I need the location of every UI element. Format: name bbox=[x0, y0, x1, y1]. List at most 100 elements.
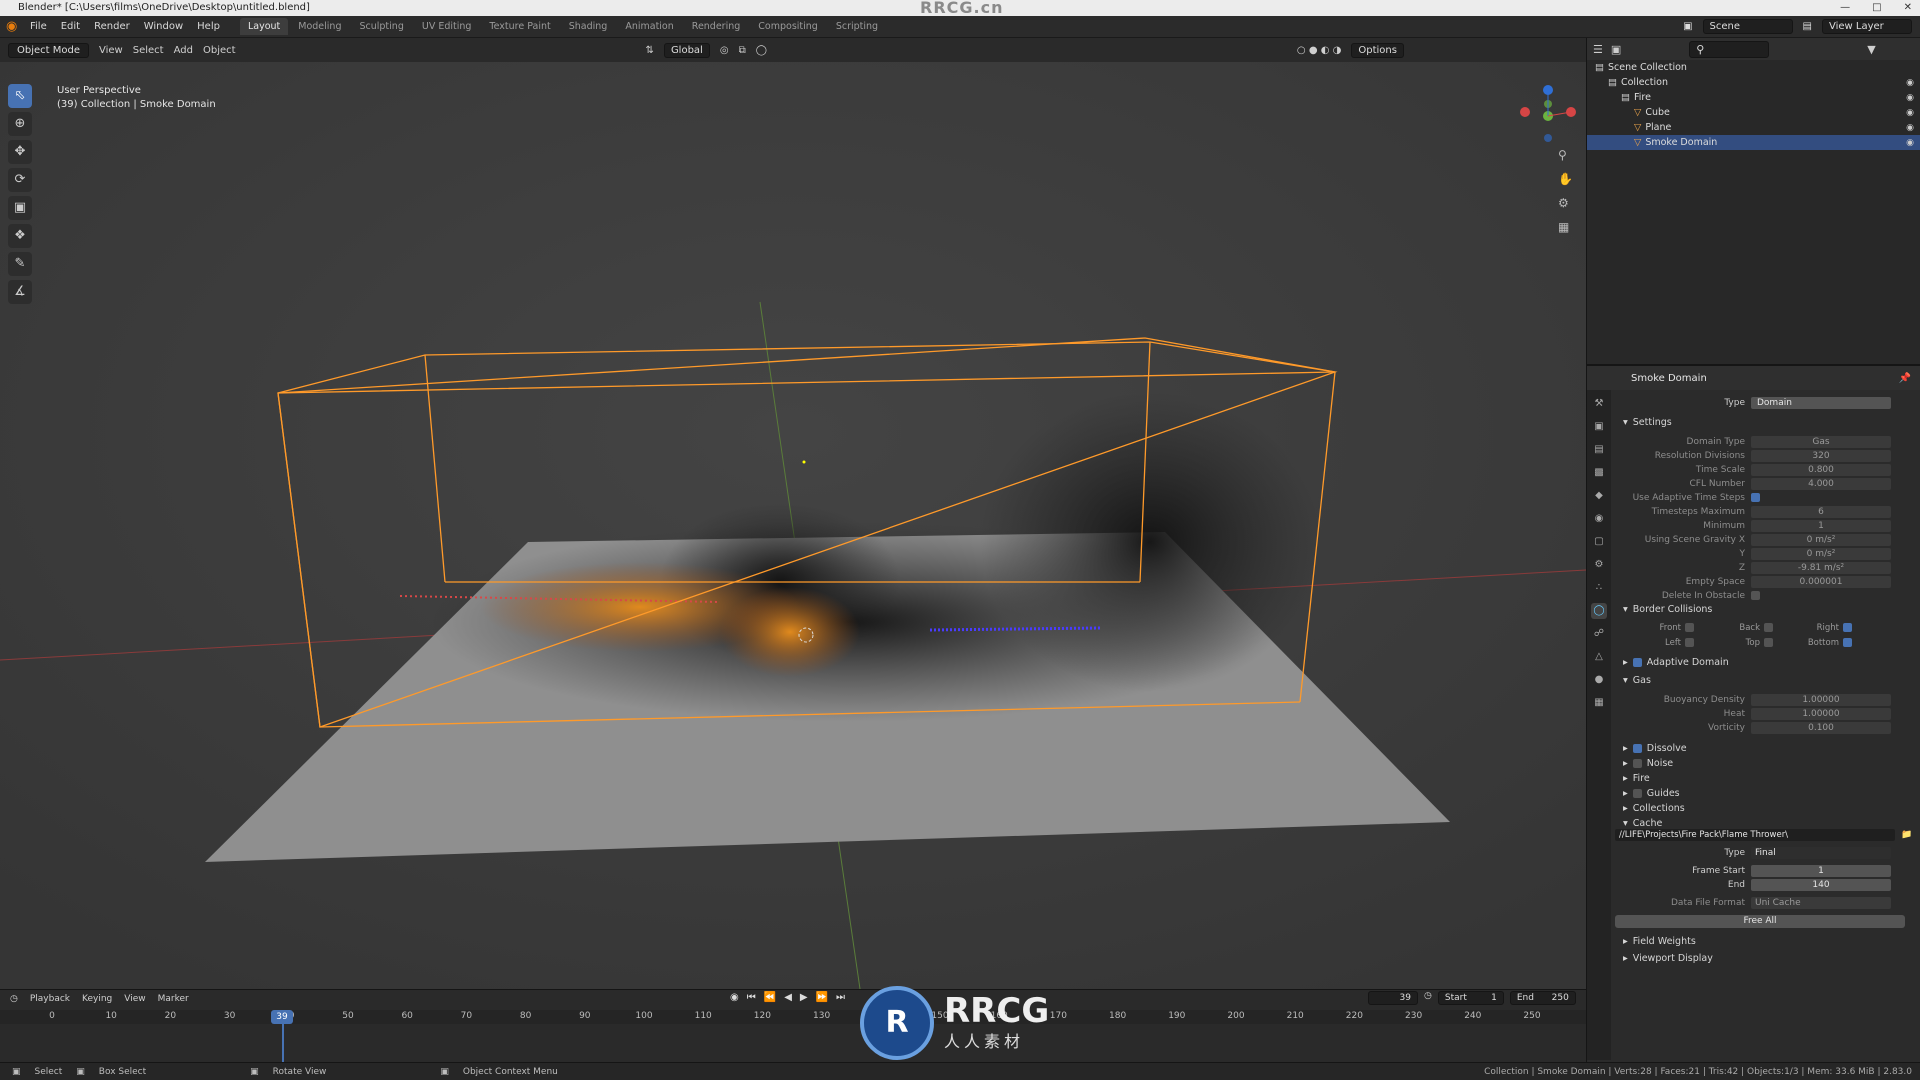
move-tool-icon[interactable]: ✥ bbox=[8, 140, 32, 164]
border-collisions-section[interactable]: ▾ Border Collisions bbox=[1623, 604, 1712, 615]
menu-file[interactable]: File bbox=[30, 21, 47, 32]
tab-compositing[interactable]: Compositing bbox=[750, 18, 826, 35]
setting-value-field[interactable]: Gas bbox=[1751, 435, 1891, 448]
gas-value-field[interactable]: 1.00000 bbox=[1751, 707, 1891, 720]
folder-icon[interactable]: 📁 bbox=[1901, 830, 1912, 840]
view-layer-field[interactable]: View Layer bbox=[1822, 19, 1912, 34]
frame-ruler[interactable]: 0102030405060708090100110120130140150160… bbox=[0, 1010, 1586, 1024]
tab-texture-paint[interactable]: Texture Paint bbox=[481, 18, 558, 35]
setting-checkbox[interactable] bbox=[1751, 493, 1760, 502]
gas-section[interactable]: ▾ Gas bbox=[1623, 675, 1651, 686]
frame-end-field[interactable]: 140 bbox=[1751, 878, 1891, 891]
rotate-tool-icon[interactable]: ⟳ bbox=[8, 168, 32, 192]
particles-tab-icon[interactable]: ∴ bbox=[1591, 580, 1607, 596]
add-menu[interactable]: Add bbox=[174, 45, 193, 56]
menu-edit[interactable]: Edit bbox=[61, 21, 80, 32]
tab-scripting[interactable]: Scripting bbox=[828, 18, 886, 35]
menu-window[interactable]: Window bbox=[144, 21, 183, 32]
visibility-eye-icon[interactable]: ◉ bbox=[1906, 108, 1914, 118]
guides-section[interactable]: ▸ Guides bbox=[1623, 788, 1680, 799]
object-menu[interactable]: Object bbox=[203, 45, 236, 56]
proportional-edit-icon[interactable]: ◯ bbox=[756, 45, 767, 56]
cursor-tool-icon[interactable]: ⊕ bbox=[8, 112, 32, 136]
visibility-eye-icon[interactable]: ◉ bbox=[1906, 93, 1914, 103]
outliner-editor-icon[interactable]: ☰ bbox=[1593, 43, 1603, 56]
blender-logo-icon[interactable]: ◉ bbox=[6, 19, 22, 35]
material-tab-icon[interactable]: ● bbox=[1591, 672, 1607, 688]
transform-tool-icon[interactable]: ❖ bbox=[8, 224, 32, 248]
measure-tool-icon[interactable]: ∡ bbox=[8, 280, 32, 304]
viewport-display-section[interactable]: ▸ Viewport Display bbox=[1623, 953, 1713, 964]
outliner-item-smoke-domain[interactable]: ▽ Smoke Domain ◉ bbox=[1587, 135, 1920, 150]
minimize-icon[interactable]: — bbox=[1840, 0, 1850, 16]
zoom-icon[interactable]: ⚲ bbox=[1558, 148, 1573, 162]
jump-end-icon[interactable]: ⏭ bbox=[836, 992, 845, 1003]
setting-value-field[interactable]: 1 bbox=[1751, 519, 1891, 532]
adaptive-domain-checkbox[interactable] bbox=[1632, 658, 1642, 667]
object-tab-icon[interactable]: ▢ bbox=[1591, 534, 1607, 550]
start-frame-field[interactable]: Start 1 bbox=[1437, 991, 1504, 1005]
back-checkbox[interactable] bbox=[1764, 623, 1773, 632]
setting-value-field[interactable]: 0 m/s² bbox=[1751, 547, 1891, 560]
setting-value-field[interactable]: 6 bbox=[1751, 505, 1891, 518]
visibility-eye-icon[interactable]: ◉ bbox=[1906, 78, 1914, 88]
axis-gizmo-icon[interactable] bbox=[1515, 82, 1581, 148]
maximize-icon[interactable]: □ bbox=[1872, 0, 1881, 16]
timeline-editor-icon[interactable]: ◷ bbox=[10, 994, 18, 1004]
adaptive-domain-section[interactable]: ▸ Adaptive Domain bbox=[1623, 657, 1729, 668]
gas-value-field[interactable]: 1.00000 bbox=[1751, 693, 1891, 706]
outliner-item-plane[interactable]: ▽ Plane ◉ bbox=[1587, 120, 1920, 135]
mode-dropdown[interactable]: Object Mode bbox=[8, 42, 89, 58]
select-box-tool-icon[interactable]: ⬁ bbox=[8, 84, 32, 108]
play-icon[interactable]: ▶ bbox=[800, 992, 808, 1003]
world-tab-icon[interactable]: ◉ bbox=[1591, 511, 1607, 527]
visibility-eye-icon[interactable]: ◉ bbox=[1906, 138, 1914, 148]
field-weights-section[interactable]: ▸ Field Weights bbox=[1623, 936, 1696, 947]
marker-menu[interactable]: Marker bbox=[158, 994, 189, 1004]
playhead-frame-label[interactable]: 39 bbox=[271, 1010, 293, 1024]
frame-start-field[interactable]: 1 bbox=[1751, 864, 1891, 877]
guides-checkbox[interactable] bbox=[1632, 789, 1642, 798]
noise-checkbox[interactable] bbox=[1632, 759, 1642, 768]
right-checkbox[interactable] bbox=[1843, 623, 1852, 632]
outliner-item-scene-collection[interactable]: ▤ Scene Collection bbox=[1587, 60, 1920, 75]
dissolve-checkbox[interactable] bbox=[1632, 744, 1642, 753]
setting-value-field[interactable]: 0.800 bbox=[1751, 463, 1891, 476]
pivot-icon[interactable]: ◎ bbox=[720, 45, 729, 56]
gas-value-field[interactable]: 0.100 bbox=[1751, 721, 1891, 734]
fire-section[interactable]: ▸ Fire bbox=[1623, 773, 1650, 784]
filter-icon[interactable]: ▼ bbox=[1867, 43, 1875, 56]
grid-view-icon[interactable]: ▦ bbox=[1558, 220, 1573, 234]
tab-sculpting[interactable]: Sculpting bbox=[351, 18, 411, 35]
setting-value-field[interactable]: 320 bbox=[1751, 449, 1891, 462]
setting-value-field[interactable]: 0.000001 bbox=[1751, 575, 1891, 588]
left-checkbox[interactable] bbox=[1685, 638, 1694, 647]
data-tab-icon[interactable]: △ bbox=[1591, 649, 1607, 665]
collections-section[interactable]: ▸ Collections bbox=[1623, 803, 1685, 814]
play-reverse-icon[interactable]: ◀ bbox=[784, 992, 792, 1003]
orientation-dropdown[interactable]: Global bbox=[663, 42, 710, 58]
modifier-tab-icon[interactable]: ⚙ bbox=[1591, 557, 1607, 573]
setting-value-field[interactable]: -9.81 m/s² bbox=[1751, 561, 1891, 574]
annotate-tool-icon[interactable]: ✎ bbox=[8, 252, 32, 276]
tab-rendering[interactable]: Rendering bbox=[684, 18, 749, 35]
select-menu[interactable]: Select bbox=[133, 45, 164, 56]
view-layer-tab-icon[interactable]: ▩ bbox=[1591, 465, 1607, 481]
pan-hand-icon[interactable]: ✋ bbox=[1558, 172, 1573, 186]
menu-help[interactable]: Help bbox=[197, 21, 220, 32]
keying-menu[interactable]: Keying bbox=[82, 994, 112, 1004]
setting-checkbox[interactable] bbox=[1751, 591, 1760, 600]
setting-value-field[interactable]: 4.000 bbox=[1751, 477, 1891, 490]
display-mode-icon[interactable]: ▣ bbox=[1611, 43, 1621, 56]
snap-icon[interactable]: ⧉ bbox=[739, 45, 746, 56]
cache-path-input[interactable]: //LIFE\Projects\Fire Pack\Flame Thrower\ bbox=[1615, 828, 1895, 841]
options-dropdown[interactable]: Options bbox=[1351, 42, 1404, 58]
jump-start-icon[interactable]: ⏮ bbox=[747, 992, 756, 1003]
outliner-item-collection[interactable]: ▤ Collection ◉ bbox=[1587, 75, 1920, 90]
tab-shading[interactable]: Shading bbox=[561, 18, 616, 35]
noise-section[interactable]: ▸ Noise bbox=[1623, 758, 1673, 769]
free-all-button[interactable]: Free All bbox=[1615, 915, 1905, 928]
settings-section[interactable]: ▾ Settings bbox=[1623, 417, 1672, 428]
outliner-item-cube[interactable]: ▽ Cube ◉ bbox=[1587, 105, 1920, 120]
end-frame-field[interactable]: End 250 bbox=[1509, 991, 1576, 1005]
